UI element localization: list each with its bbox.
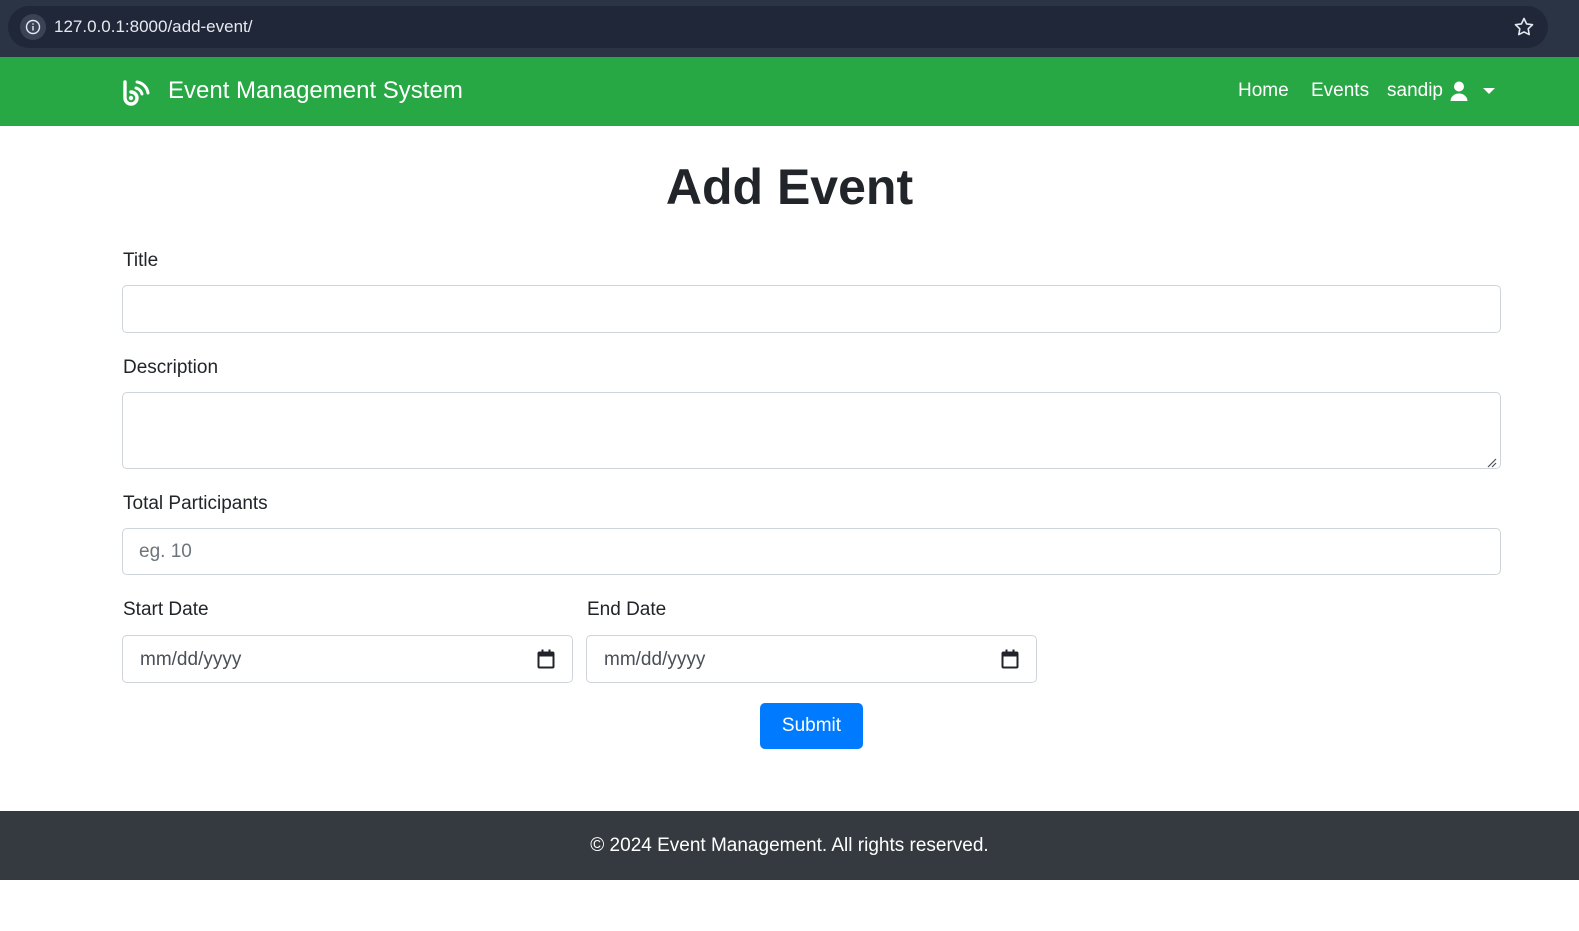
calendar-icon[interactable] [537, 649, 555, 669]
nav-home-link[interactable]: Home [1238, 80, 1289, 102]
nav-events-link[interactable]: Events [1311, 80, 1369, 102]
browser-chrome: 127.0.0.1:8000/add-event/ [0, 0, 1579, 57]
footer-copyright: © 2024 Event Management. All rights rese… [590, 835, 989, 856]
bookmark-star-icon[interactable] [1512, 15, 1536, 39]
start-date-input[interactable]: mm/dd/yyyy [122, 635, 573, 683]
site-info-icon[interactable] [20, 14, 46, 40]
user-name: sandip [1387, 80, 1443, 101]
start-date-value: mm/dd/yyyy [140, 649, 242, 670]
title-input[interactable] [122, 285, 1501, 333]
start-date-label: Start Date [123, 599, 209, 620]
end-date-input[interactable]: mm/dd/yyyy [586, 635, 1037, 683]
navbar: Event Management System Home Events sand… [0, 57, 1579, 126]
title-label: Title [123, 250, 159, 271]
resize-handle-icon[interactable] [1487, 455, 1497, 468]
submit-button[interactable]: Submit [760, 703, 863, 749]
end-date-value: mm/dd/yyyy [604, 649, 706, 670]
address-bar[interactable]: 127.0.0.1:8000/add-event/ [8, 6, 1548, 48]
end-date-label: End Date [587, 599, 667, 620]
footer: © 2024 Event Management. All rights rese… [0, 811, 1579, 880]
description-label: Description [123, 357, 219, 378]
broadcast-icon[interactable] [122, 80, 150, 106]
page-title: Add Event [665, 159, 914, 215]
participants-input[interactable] [122, 528, 1501, 575]
chevron-down-icon [1483, 88, 1495, 94]
calendar-icon[interactable] [1001, 649, 1019, 669]
user-icon [1449, 81, 1469, 101]
participants-label: Total Participants [123, 493, 268, 514]
brand-title[interactable]: Event Management System [168, 77, 463, 105]
url-text[interactable]: 127.0.0.1:8000/add-event/ [54, 17, 253, 37]
description-textarea[interactable] [122, 392, 1501, 469]
user-dropdown[interactable]: sandip [1387, 80, 1495, 102]
